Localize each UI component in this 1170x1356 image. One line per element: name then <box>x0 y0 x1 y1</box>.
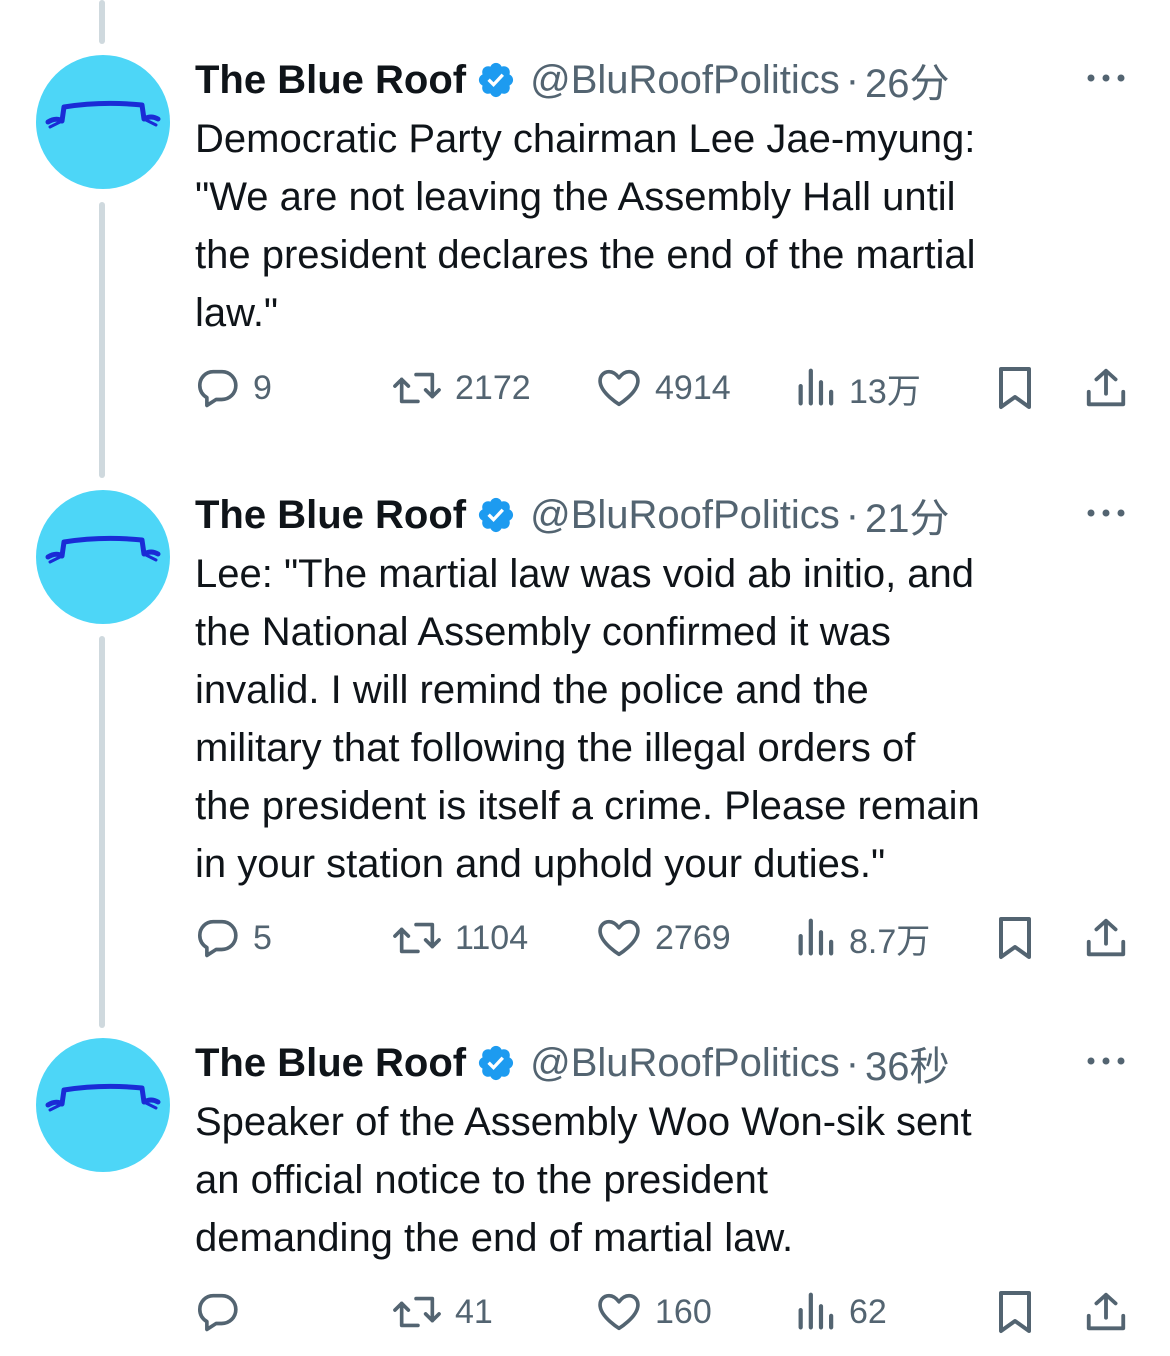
bookmark-button[interactable] <box>995 1284 1035 1340</box>
timestamp[interactable]: 26分 <box>865 51 950 109</box>
share-button[interactable] <box>1083 910 1129 966</box>
blue-roof-logo-icon <box>45 1083 161 1112</box>
verified-badge-icon <box>479 1045 514 1081</box>
separator-dot: · <box>845 492 860 537</box>
thread-line <box>99 636 105 1028</box>
avatar[interactable] <box>36 490 170 624</box>
more-icon[interactable] <box>1084 498 1128 528</box>
reply-button[interactable]: 5 <box>195 910 272 966</box>
more-icon[interactable] <box>1084 63 1128 93</box>
display-name[interactable]: The Blue Roof <box>195 1041 466 1086</box>
retweet-count: 1104 <box>455 918 529 957</box>
tweet-header: The Blue Roof @BluRoofPolitics · 26分 <box>195 55 950 107</box>
like-count: 2769 <box>655 918 731 957</box>
views-chart-icon <box>798 1292 834 1330</box>
share-button[interactable] <box>1083 360 1129 416</box>
separator-dot: · <box>845 57 860 102</box>
reply-button[interactable]: 9 <box>195 360 272 416</box>
display-name[interactable]: The Blue Roof <box>195 58 466 103</box>
tweet-header: The Blue Roof @BluRoofPolitics · 36秒 <box>195 1038 950 1090</box>
share-button[interactable] <box>1083 1284 1129 1340</box>
avatar[interactable] <box>36 1038 170 1172</box>
tweet-actions: 41 160 62 <box>195 1284 1140 1340</box>
handle[interactable]: @BluRoofPolitics <box>530 58 840 103</box>
retweet-button[interactable]: 1104 <box>391 910 528 966</box>
views-button[interactable]: 8.7万 <box>795 910 930 966</box>
reply-button[interactable] <box>195 1284 253 1340</box>
blue-roof-logo-icon <box>45 100 161 129</box>
like-count: 160 <box>655 1292 712 1331</box>
tweet-actions: 5 1104 2769 8.7万 <box>195 910 1140 966</box>
handle[interactable]: @BluRoofPolitics <box>530 1041 840 1086</box>
heart-icon <box>598 919 640 957</box>
like-count: 4914 <box>655 368 731 407</box>
tweet-text: Lee: "The martial law was void ab initio… <box>195 552 980 886</box>
avatar[interactable] <box>36 55 170 189</box>
blue-roof-logo-icon <box>45 535 161 564</box>
tweet-text: Democratic Party chairman Lee Jae-myung:… <box>195 117 976 335</box>
thread-line-top <box>99 0 105 44</box>
views-button[interactable]: 13万 <box>795 360 921 416</box>
views-count: 13万 <box>849 372 921 411</box>
retweet-icon <box>393 922 441 954</box>
heart-icon <box>598 1293 640 1331</box>
views-chart-icon <box>798 918 834 956</box>
retweet-icon <box>393 372 441 404</box>
retweet-count: 41 <box>455 1292 493 1331</box>
views-count: 62 <box>849 1292 887 1331</box>
reply-icon <box>197 1293 238 1332</box>
views-chart-icon <box>798 368 834 406</box>
tweet-header: The Blue Roof @BluRoofPolitics · 21分 <box>195 490 950 542</box>
handle[interactable]: @BluRoofPolitics <box>530 493 840 538</box>
retweet-button[interactable]: 41 <box>391 1284 493 1340</box>
retweet-button[interactable]: 2172 <box>391 360 531 416</box>
reply-icon <box>197 369 238 408</box>
share-icon <box>1086 1292 1126 1331</box>
views-button[interactable]: 62 <box>795 1284 887 1340</box>
heart-icon <box>598 369 640 407</box>
share-icon <box>1086 918 1126 957</box>
timestamp[interactable]: 21分 <box>865 486 950 544</box>
views-count: 8.7万 <box>849 922 931 961</box>
tweet-text: Speaker of the Assembly Woo Won-sik sent… <box>195 1100 972 1260</box>
bookmark-button[interactable] <box>995 910 1035 966</box>
reply-count: 5 <box>253 918 272 957</box>
thread-line <box>99 202 105 478</box>
retweet-count: 2172 <box>455 368 531 407</box>
bookmark-button[interactable] <box>995 360 1035 416</box>
verified-badge-icon <box>479 497 514 533</box>
separator-dot: · <box>845 1040 860 1085</box>
tweet-actions: 9 2172 4914 13万 <box>195 360 1140 416</box>
bookmark-icon <box>999 917 1031 959</box>
reply-count: 9 <box>253 368 272 407</box>
bookmark-icon <box>999 367 1031 409</box>
reply-icon <box>197 919 238 958</box>
like-button[interactable]: 4914 <box>595 360 731 416</box>
timestamp[interactable]: 36秒 <box>865 1034 950 1092</box>
verified-badge-icon <box>479 62 514 98</box>
like-button[interactable]: 2769 <box>595 910 731 966</box>
like-button[interactable]: 160 <box>595 1284 712 1340</box>
share-icon <box>1086 368 1126 407</box>
bookmark-icon <box>999 1291 1031 1333</box>
more-icon[interactable] <box>1084 1046 1128 1076</box>
display-name[interactable]: The Blue Roof <box>195 493 466 538</box>
retweet-icon <box>393 1296 441 1328</box>
